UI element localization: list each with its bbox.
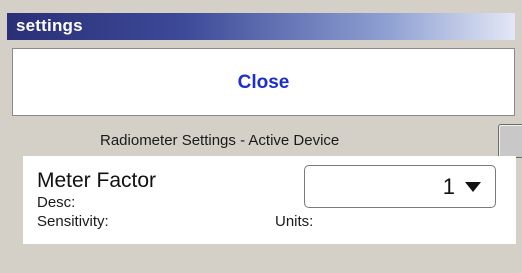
units-label: Units:: [275, 213, 314, 230]
window-title: settings: [16, 16, 83, 35]
meter-factor-dropdown[interactable]: 1: [304, 165, 496, 208]
section-header-title: Radiometer Settings - Active Device: [100, 132, 340, 149]
device-settings-card: Meter Factor Desc: Sensitivity: Units: 1: [23, 156, 516, 244]
side-scroll-tab[interactable]: [498, 124, 522, 158]
window-titlebar: settings: [7, 13, 515, 40]
close-button[interactable]: Close: [12, 48, 515, 116]
meter-factor-selected-value: 1: [442, 174, 455, 199]
sensitivity-label: Sensitivity:: [37, 213, 109, 230]
meter-factor-label: Meter Factor: [37, 169, 157, 192]
section-header: Radiometer Settings - Active Device: [12, 127, 515, 155]
chevron-down-icon: [465, 182, 481, 192]
desc-label: Desc:: [37, 194, 76, 211]
close-button-label: Close: [237, 72, 290, 93]
